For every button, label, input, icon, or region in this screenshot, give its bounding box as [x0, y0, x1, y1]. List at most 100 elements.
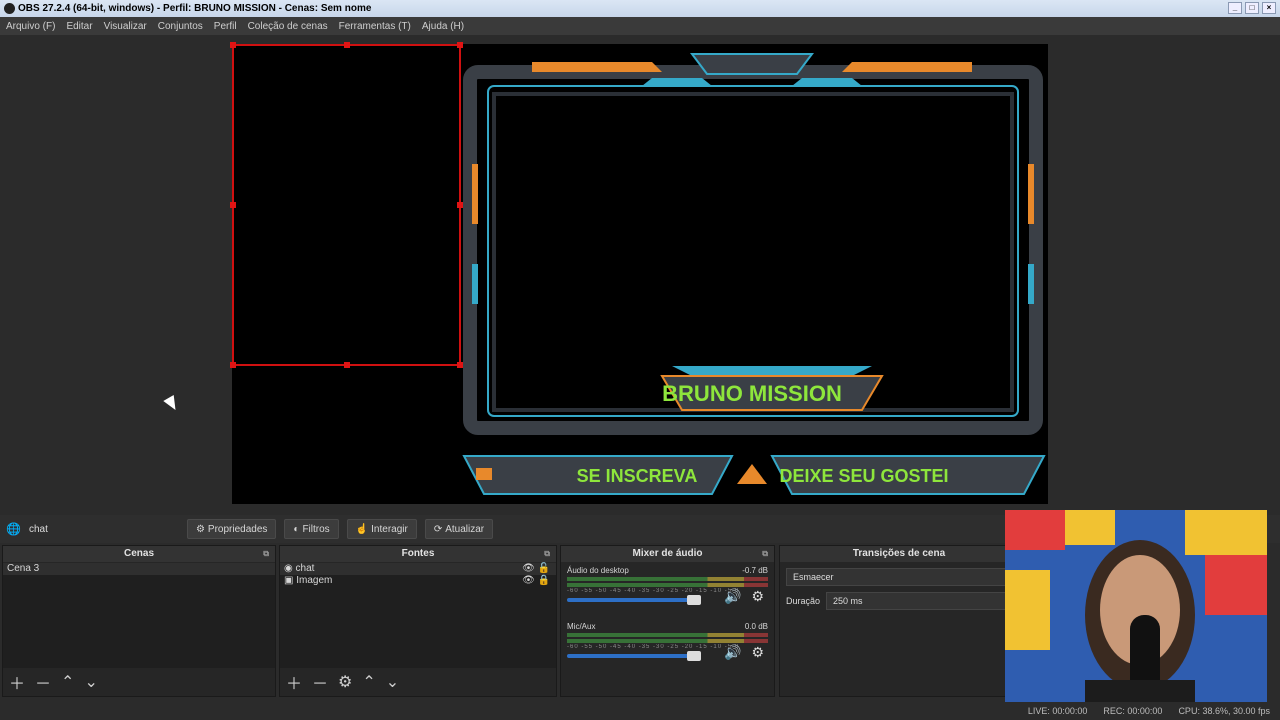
- track-name: Mic/Aux: [567, 622, 596, 631]
- interact-button[interactable]: ☝ Interagir: [346, 519, 417, 539]
- sources-title-text: Fontes: [401, 548, 435, 559]
- rec-time: REC: 00:00:00: [1103, 706, 1163, 716]
- remove-scene-button[interactable]: －: [35, 670, 51, 694]
- source-settings-button[interactable]: ⚙: [338, 672, 352, 692]
- volume-meter: [567, 577, 768, 581]
- mixer-track-desktop: Áudio do desktop -0.7 dB -60 -55 -50 -45 …: [567, 566, 768, 618]
- window-title: OBS 27.2.4 (64-bit, windows) - Perfil: B…: [18, 3, 372, 14]
- scenes-list[interactable]: Cena 3: [3, 563, 275, 668]
- resize-handle-l[interactable]: [230, 202, 236, 208]
- add-source-button[interactable]: ＋: [286, 670, 302, 694]
- refresh-label: Atualizar: [445, 523, 485, 535]
- browser-source-icon: ◉: [284, 563, 293, 574]
- dock-float-icon[interactable]: ⧉: [762, 546, 768, 562]
- transitions-title-text: Transições de cena: [852, 548, 946, 559]
- transitions-dock: Transições de cena Esmaecer Duração 250 …: [779, 545, 1019, 697]
- lock-icon[interactable]: 🔓: [538, 563, 550, 574]
- volume-meter: [567, 583, 768, 587]
- properties-button[interactable]: ⚙ Propriedades: [186, 519, 277, 539]
- transitions-title: Transições de cena: [780, 546, 1018, 562]
- status-bar: LIVE: 00:00:00 REC: 00:00:00 CPU: 38.6%,…: [0, 702, 1280, 720]
- move-up-button[interactable]: ⌃: [61, 672, 74, 692]
- track-db: 0.0 dB: [744, 622, 768, 631]
- mixer-track-mic: Mic/Aux 0.0 dB -60 -55 -50 -45 -40 -35 -3…: [567, 622, 768, 674]
- interact-label: Interagir: [371, 523, 408, 535]
- resize-handle-b[interactable]: [344, 362, 350, 368]
- add-scene-button[interactable]: ＋: [9, 670, 25, 694]
- volume-meter: [567, 633, 768, 637]
- menu-arquivo[interactable]: Arquivo (F): [6, 21, 55, 32]
- live-time: LIVE: 00:00:00: [1027, 706, 1088, 716]
- move-down-button[interactable]: ⌄: [386, 672, 399, 692]
- menu-bar: Arquivo (F) Editar Visualizar Conjuntos …: [0, 17, 1280, 35]
- gear-icon[interactable]: ⚙: [751, 644, 764, 661]
- title-bar: OBS 27.2.4 (64-bit, windows) - Perfil: B…: [0, 0, 1280, 17]
- minimize-button[interactable]: _: [1228, 2, 1242, 14]
- globe-icon: 🌐: [6, 522, 21, 536]
- sources-title: Fontes ⧉: [280, 546, 556, 562]
- image-source-icon: ▣: [284, 575, 294, 586]
- volume-slider[interactable]: [567, 595, 701, 605]
- cpu-usage: CPU: 38.6%, 30.00 fps: [1178, 706, 1270, 716]
- hand-icon: ☝: [355, 523, 369, 535]
- filter-icon: ◐: [293, 523, 300, 535]
- duration-label: Duração: [786, 596, 821, 606]
- webcam-image: [1005, 510, 1267, 710]
- source-label: Imagem: [296, 575, 333, 586]
- resize-handle-br[interactable]: [457, 362, 463, 368]
- dock-float-icon[interactable]: ⧉: [263, 546, 269, 562]
- refresh-icon: ⟳: [433, 523, 443, 535]
- source-item[interactable]: ▣ Imagem 👁 🔒: [280, 575, 556, 587]
- resize-handle-t[interactable]: [344, 42, 350, 48]
- transition-select[interactable]: Esmaecer: [786, 568, 1012, 586]
- eye-icon[interactable]: 👁: [522, 575, 535, 586]
- menu-ajuda[interactable]: Ajuda (H): [422, 21, 464, 32]
- refresh-button[interactable]: ⟳ Atualizar: [424, 519, 494, 539]
- scenes-title-text: Cenas: [123, 548, 154, 559]
- gear-icon[interactable]: ⚙: [751, 588, 764, 605]
- audio-mixer-dock: Mixer de áudio ⧉ Áudio do desktop -0.7 dB …: [560, 545, 775, 697]
- webcam-overlay: [1005, 510, 1267, 710]
- scenes-dock: Cenas ⧉ Cena 3 ＋ － ⌃ ⌄: [2, 545, 276, 697]
- dock-float-icon[interactable]: ⧉: [544, 546, 550, 562]
- chat-source-selection[interactable]: [230, 42, 463, 368]
- duration-input[interactable]: 250 ms: [826, 592, 1012, 610]
- remove-source-button[interactable]: －: [312, 670, 328, 694]
- move-up-button[interactable]: ⌃: [362, 672, 375, 692]
- volume-slider[interactable]: [567, 651, 701, 661]
- scenes-title: Cenas ⧉: [3, 546, 275, 562]
- menu-perfil[interactable]: Perfil: [214, 21, 237, 32]
- filters-label: Filtros: [302, 523, 330, 535]
- menu-editar[interactable]: Editar: [66, 21, 92, 32]
- filters-button[interactable]: ◐ Filtros: [284, 519, 339, 539]
- properties-label: Propriedades: [207, 523, 268, 535]
- lock-icon[interactable]: 🔒: [538, 575, 550, 586]
- overlay-like-text: DEIXE SEU GOSTEI: [779, 466, 948, 486]
- close-button[interactable]: ×: [1262, 2, 1276, 14]
- eye-icon[interactable]: 👁: [522, 563, 535, 574]
- resize-handle-tl[interactable]: [230, 42, 236, 48]
- speaker-icon[interactable]: 🔊: [724, 644, 741, 661]
- scene-item[interactable]: Cena 3: [3, 563, 275, 575]
- menu-visualizar[interactable]: Visualizar: [104, 21, 147, 32]
- mixer-title-text: Mixer de áudio: [632, 548, 703, 559]
- track-db: -0.7 dB: [742, 566, 768, 575]
- sources-list[interactable]: ◉ chat 👁 🔓 ▣ Imagem 👁 🔒: [280, 563, 556, 668]
- resize-handle-tr[interactable]: [457, 42, 463, 48]
- speaker-icon[interactable]: 🔊: [724, 588, 741, 605]
- menu-colecao-cenas[interactable]: Coleção de cenas: [248, 21, 328, 32]
- move-down-button[interactable]: ⌄: [84, 672, 97, 692]
- overlay-name-text: BRUNO MISSION: [662, 381, 842, 406]
- menu-conjuntos[interactable]: Conjuntos: [158, 21, 203, 32]
- source-label: chat: [295, 563, 315, 574]
- resize-handle-r[interactable]: [457, 202, 463, 208]
- volume-knob[interactable]: [687, 651, 701, 661]
- maximize-button[interactable]: □: [1245, 2, 1259, 14]
- gear-icon: ⚙: [195, 523, 205, 535]
- source-item[interactable]: ◉ chat 👁 🔓: [280, 563, 556, 575]
- volume-knob[interactable]: [687, 595, 701, 605]
- track-name: Áudio do desktop: [567, 566, 629, 575]
- selected-source-name: chat: [28, 523, 48, 535]
- menu-ferramentas[interactable]: Ferramentas (T): [339, 21, 411, 32]
- resize-handle-bl[interactable]: [230, 362, 236, 368]
